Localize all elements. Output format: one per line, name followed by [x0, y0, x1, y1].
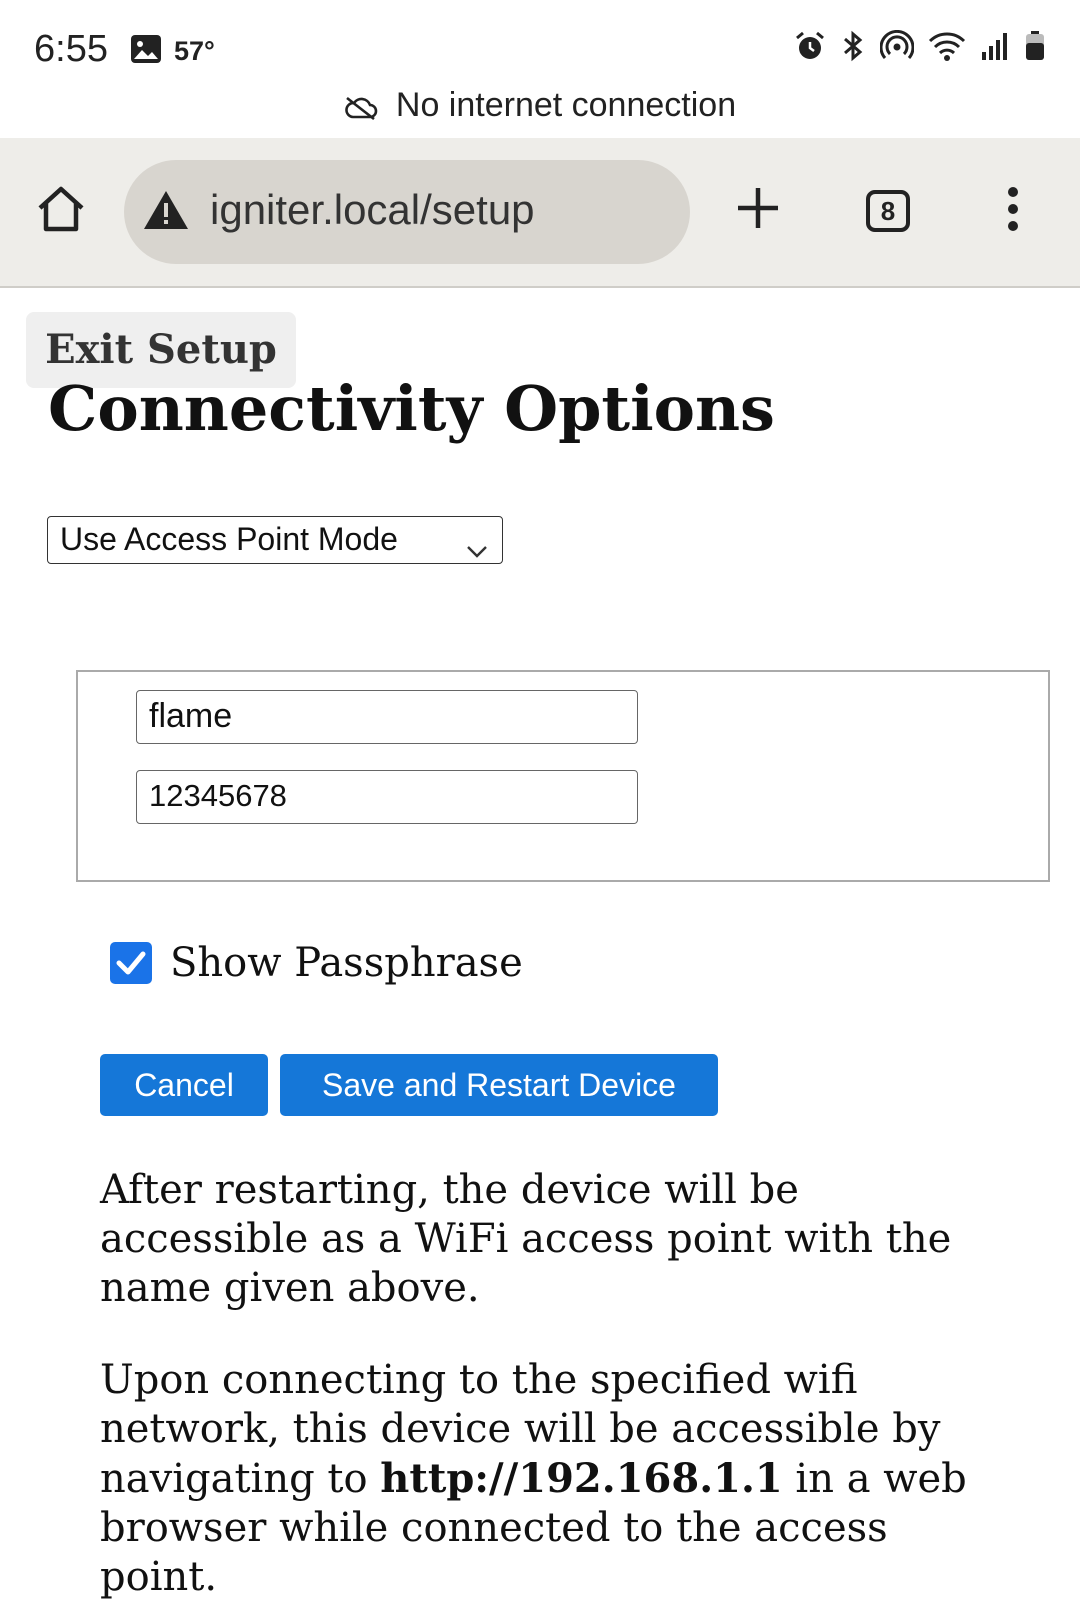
- mode-select-value: Use Access Point Mode: [60, 521, 398, 557]
- wifi-icon: [928, 30, 966, 62]
- warning-icon[interactable]: [142, 188, 190, 237]
- save-restart-button[interactable]: Save and Restart Device: [280, 1054, 718, 1116]
- status-time: 6:55: [34, 28, 108, 70]
- status-temperature: 57°: [174, 36, 215, 66]
- gallery-icon: [130, 34, 162, 69]
- new-tab-icon[interactable]: [736, 186, 780, 235]
- address-bar[interactable]: igniter.local/setup: [124, 160, 690, 264]
- more-menu-icon[interactable]: [1006, 186, 1020, 237]
- show-passphrase-checkbox[interactable]: [110, 942, 152, 984]
- credentials-fieldset: flame 12345678: [76, 670, 1050, 882]
- show-passphrase-label[interactable]: Show Passphrase: [170, 940, 523, 986]
- passphrase-input[interactable]: 12345678: [136, 770, 638, 824]
- ip-address: http://192.168.1.1: [380, 1455, 783, 1502]
- checkmark-icon: [116, 951, 146, 975]
- no-internet-text: No internet connection: [395, 86, 737, 124]
- browser-toolbar: igniter.local/setup 8: [0, 138, 1080, 288]
- page-title: Connectivity Options: [48, 372, 775, 445]
- connectivity-mode-select[interactable]: Use Access Point Mode: [47, 516, 503, 564]
- home-icon[interactable]: [36, 184, 86, 239]
- chevron-down-icon: [466, 529, 488, 573]
- ssid-input[interactable]: flame: [136, 690, 638, 744]
- hotspot-icon: [880, 30, 914, 62]
- status-bar: 6:55 57° No internet connection: [0, 0, 1080, 138]
- url-text[interactable]: igniter.local/setup: [210, 186, 535, 234]
- tab-switcher-button[interactable]: 8: [866, 190, 910, 232]
- cloud-off-icon: [344, 90, 378, 129]
- cancel-button[interactable]: Cancel: [100, 1054, 268, 1116]
- info-paragraph-connect: Upon connecting to the specified wifi ne…: [100, 1356, 1000, 1602]
- signal-icon: [980, 30, 1010, 62]
- alarm-icon: [794, 30, 826, 62]
- bluetooth-icon: [840, 30, 866, 62]
- info-paragraph-restart: After restarting, the device will be acc…: [100, 1167, 952, 1311]
- battery-icon: [1024, 30, 1046, 62]
- no-internet-banner: No internet connection: [0, 86, 1080, 129]
